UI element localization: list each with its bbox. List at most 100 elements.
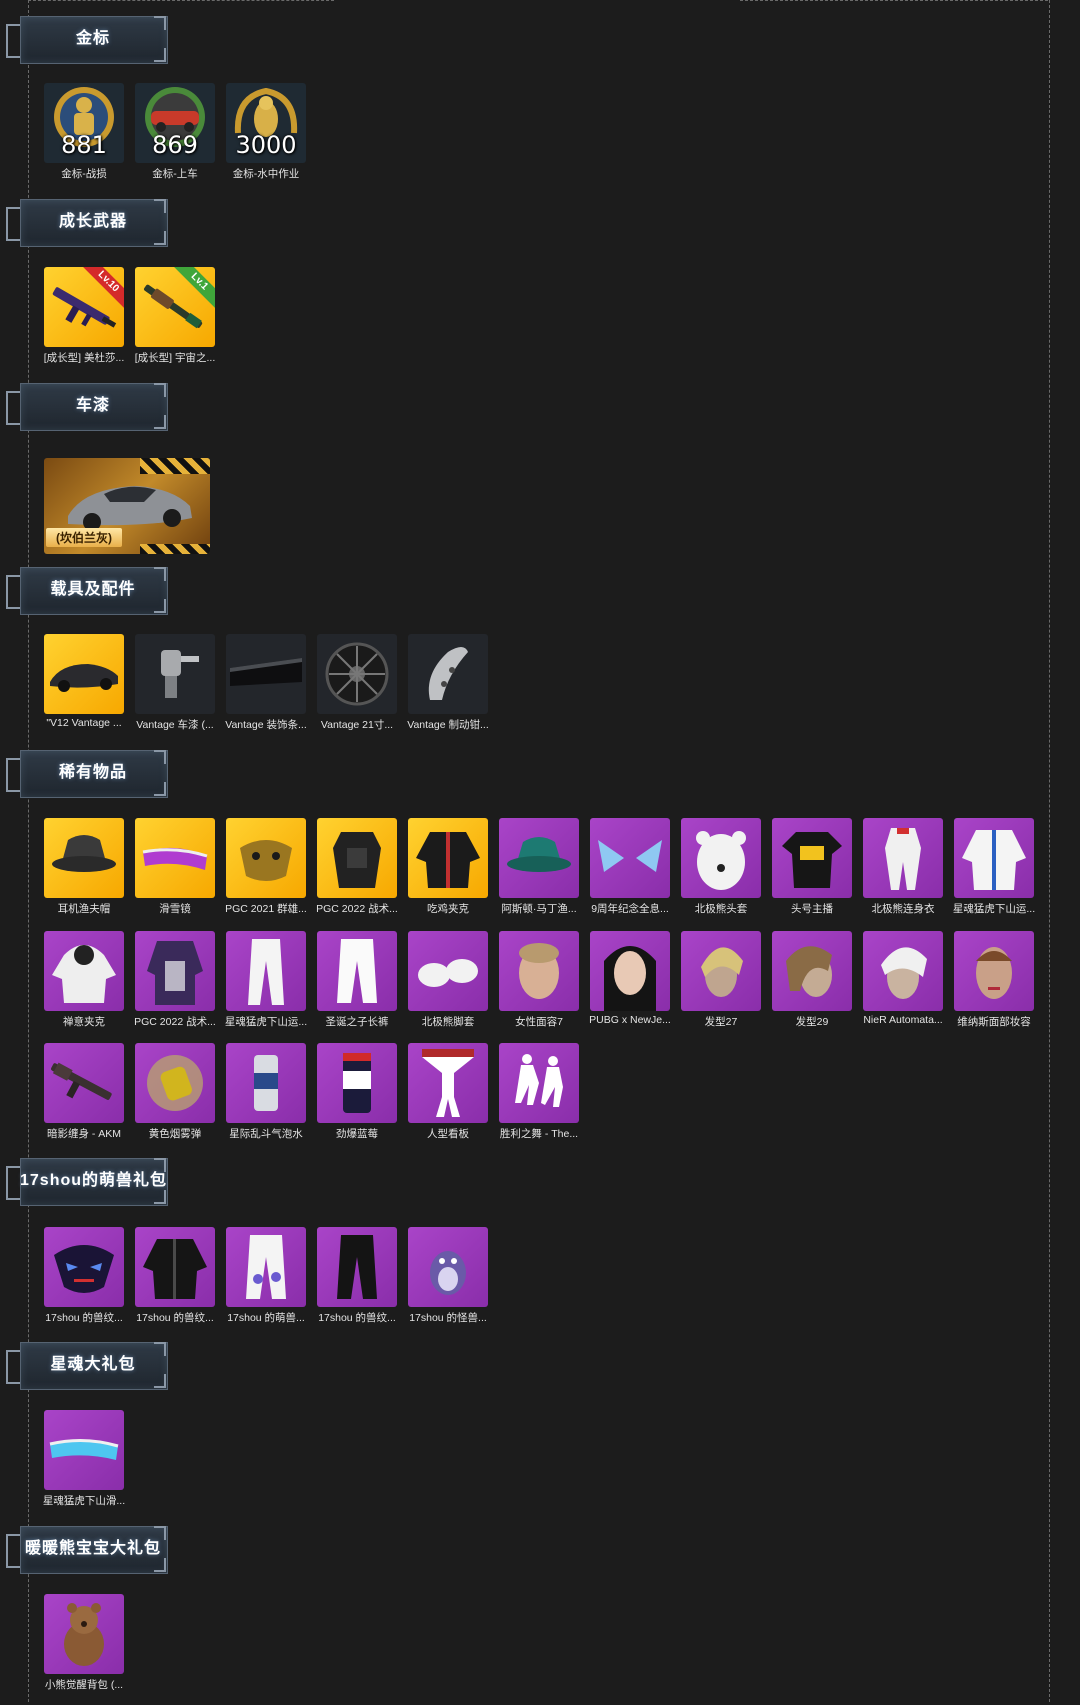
jumpsuit-icon	[863, 818, 943, 898]
item-tile[interactable]: Vantage 装饰条...	[223, 634, 309, 732]
item-tile[interactable]: 胜利之舞 - The...	[496, 1043, 582, 1141]
item-tile[interactable]: 9周年纪念全息...	[587, 818, 673, 916]
item-tile[interactable]: PUBG x NewJe...	[587, 931, 673, 1026]
item-tile[interactable]: NieR Automata...	[860, 931, 946, 1026]
item-tile[interactable]: 881 金标-战损	[41, 83, 127, 181]
jacket-icon	[408, 818, 488, 898]
brake-caliper-icon	[408, 634, 488, 714]
item-tile[interactable]: 17shou 的萌兽...	[223, 1227, 309, 1325]
hairstyle-icon	[681, 931, 761, 1011]
item-caption: 17shou 的兽纹...	[318, 1312, 396, 1324]
item-tile[interactable]: Lv.1 [成长型] 宇宙之...	[132, 267, 218, 365]
item-tile[interactable]: Vantage 制动钳...	[405, 634, 491, 732]
section-title: 17shou的萌兽礼包	[20, 1172, 168, 1189]
item-tile[interactable]: 17shou 的兽纹...	[41, 1227, 127, 1325]
coat-icon	[135, 931, 215, 1011]
item-tile[interactable]: 人型看板	[405, 1043, 491, 1141]
section-header-vehicles: 载具及配件	[6, 561, 168, 619]
section-title: 星魂大礼包	[50, 1356, 136, 1373]
polar-bear-mask-icon	[681, 818, 761, 898]
item-caption: 滑雪镜	[159, 903, 191, 915]
item-tile[interactable]: 头号主播	[769, 818, 855, 916]
car-medal-icon: 869	[135, 83, 215, 163]
item-caption: 9周年纪念全息...	[591, 903, 669, 915]
item-tile[interactable]: 17shou 的怪兽...	[405, 1227, 491, 1325]
item-caption: 星魂猛虎下山运...	[224, 1016, 308, 1028]
item-caption: "V12 Vantage ...	[46, 717, 122, 729]
sports-car-icon	[44, 634, 124, 714]
item-caption: 小熊觉醒背包 (...	[44, 1679, 124, 1691]
item-tile[interactable]: 劲爆蓝莓	[314, 1043, 400, 1141]
item-tile[interactable]: 17shou 的兽纹...	[314, 1227, 400, 1325]
item-caption: 北极熊脚套	[421, 1016, 475, 1028]
item-caption: 星魂猛虎下山运...	[952, 903, 1036, 915]
shotgun-icon: Lv.1	[135, 267, 215, 347]
section-header-warm-bear-pack: 暖暖熊宝宝大礼包	[6, 1520, 168, 1578]
section-header-gold-medals: 金标	[6, 10, 168, 68]
item-tile[interactable]: 禅意夹克	[41, 931, 127, 1029]
item-caption: 金标-上车	[152, 168, 198, 180]
item-tile[interactable]: 阿斯顿·马丁渔...	[496, 818, 582, 916]
item-tile[interactable]: 3000 金标-水中作业	[223, 83, 309, 181]
item-tile[interactable]: 维纳斯面部妆容	[951, 931, 1037, 1029]
item-tile[interactable]: 17shou 的兽纹...	[132, 1227, 218, 1325]
item-caption: 金标-水中作业	[232, 168, 300, 180]
item-caption: PGC 2022 战术...	[316, 903, 398, 915]
item-tile[interactable]: 北极熊连身衣	[860, 818, 946, 916]
hairstyle-icon	[772, 931, 852, 1011]
item-caption: Vantage 21寸...	[320, 719, 394, 731]
section-header-star-soul-pack: 星魂大礼包	[6, 1336, 168, 1394]
item-tile[interactable]: 圣诞之子长裤	[314, 931, 400, 1029]
item-caption: 圣诞之子长裤	[325, 1016, 389, 1028]
item-caption: 金标-战损	[61, 168, 107, 180]
item-tile[interactable]: 北极熊头套	[678, 818, 764, 916]
item-tile[interactable]: 869 金标-上车	[132, 83, 218, 181]
item-caption: PGC 2022 战术...	[134, 1016, 216, 1028]
item-tile[interactable]: 星际乱斗气泡水	[223, 1043, 309, 1141]
section-title: 稀有物品	[58, 764, 127, 781]
jacket-icon	[135, 1227, 215, 1307]
item-tile[interactable]: 小熊觉醒背包 (...	[41, 1594, 127, 1692]
item-caption: 星际乱斗气泡水	[229, 1128, 303, 1140]
makeup-face-icon	[954, 931, 1034, 1011]
item-tile[interactable]: 女性面容7	[496, 931, 582, 1029]
section-header-car-paint: 车漆	[6, 377, 168, 435]
ski-goggles-icon	[44, 1410, 124, 1490]
item-tile[interactable]: 黄色烟雾弹	[132, 1043, 218, 1141]
item-tile[interactable]: 发型29	[769, 931, 855, 1029]
item-caption: 禅意夹克	[63, 1016, 105, 1028]
tshirt-icon	[772, 818, 852, 898]
item-caption: 发型29	[795, 1016, 829, 1028]
item-tile[interactable]: 暗影缠身 - AKM	[41, 1043, 127, 1141]
item-caption: 星魂猛虎下山滑...	[42, 1495, 126, 1507]
car-paint-card[interactable]: (坎伯兰灰)	[44, 458, 210, 554]
item-caption: 发型27	[704, 1016, 738, 1028]
item-tile[interactable]: Lv.10 [成长型] 美杜莎...	[41, 267, 127, 365]
black-pants-icon	[317, 1227, 397, 1307]
item-caption: 耳机渔夫帽	[57, 903, 111, 915]
rifle-icon	[44, 1043, 124, 1123]
item-tile[interactable]: PGC 2022 战术...	[132, 931, 218, 1029]
item-tile[interactable]: 星魂猛虎下山运...	[223, 931, 309, 1029]
item-caption: 17shou 的兽纹...	[136, 1312, 214, 1324]
white-hair-icon	[863, 931, 943, 1011]
item-caption: NieR Automata...	[863, 1014, 943, 1026]
item-tile[interactable]: Vantage 21寸...	[314, 634, 400, 732]
item-tile[interactable]: 滑雪镜	[132, 818, 218, 916]
item-tile[interactable]: 吃鸡夹克	[405, 818, 491, 916]
item-caption: 北极熊头套	[694, 903, 748, 915]
soldier-medal-icon: 881	[44, 83, 124, 163]
item-tile[interactable]: PGC 2022 战术...	[314, 818, 400, 916]
item-tile[interactable]: 星魂猛虎下山运...	[951, 818, 1037, 916]
item-tile[interactable]: 北极熊脚套	[405, 931, 491, 1029]
beast-mask-icon	[44, 1227, 124, 1307]
item-tile[interactable]: Vantage 车漆 (...	[132, 634, 218, 732]
item-caption: PGC 2021 群雄...	[225, 903, 307, 915]
item-tile[interactable]: 发型27	[678, 931, 764, 1029]
item-tile[interactable]: 耳机渔夫帽	[41, 818, 127, 916]
item-tile[interactable]: PGC 2021 群雄...	[223, 818, 309, 916]
item-tile[interactable]: "V12 Vantage ...	[41, 634, 127, 729]
white-pants-icon	[317, 931, 397, 1011]
section-header-rare-items: 稀有物品	[6, 744, 168, 802]
item-tile[interactable]: 星魂猛虎下山滑...	[41, 1410, 127, 1508]
